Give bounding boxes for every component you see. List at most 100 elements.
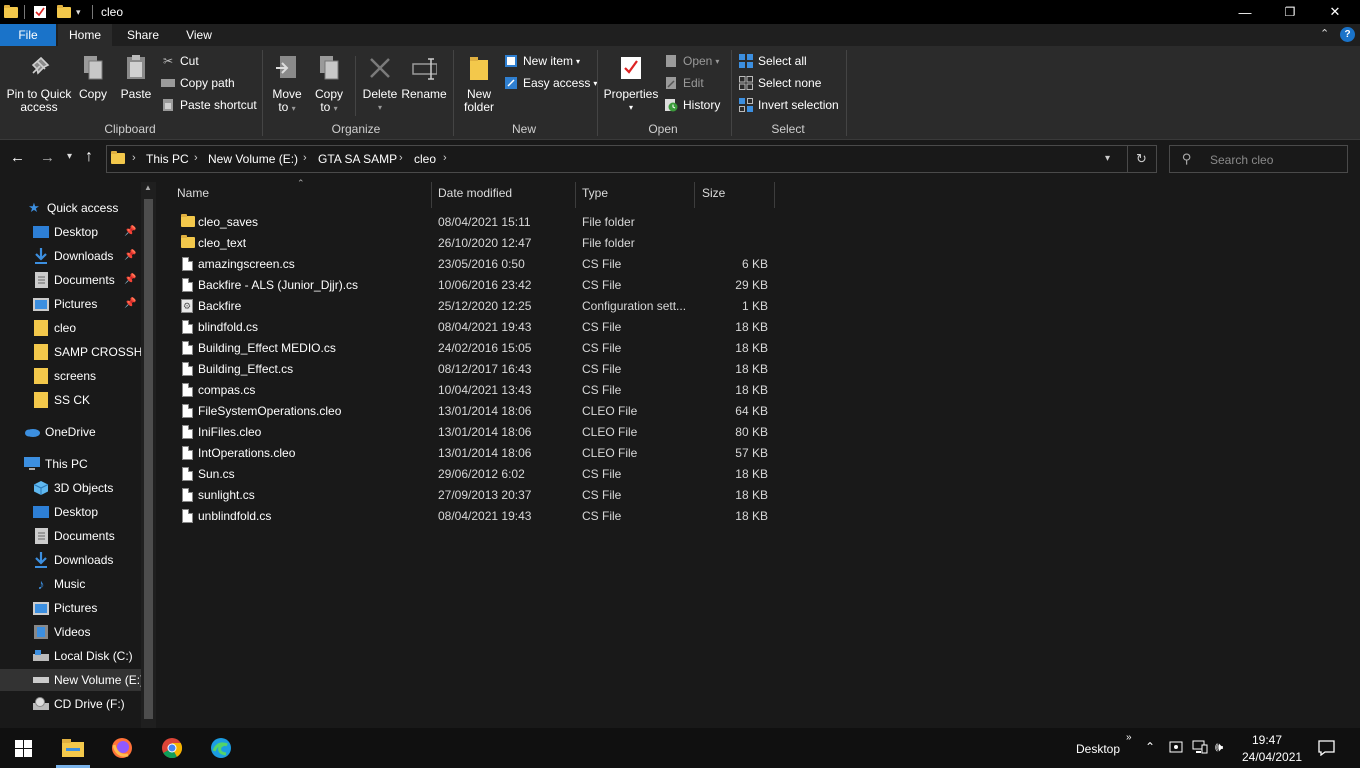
file-row[interactable]: FileSystemOperations.cleo 13/01/2014 18:… <box>175 401 775 422</box>
nav-this-pc[interactable]: This PC <box>24 453 88 475</box>
nav-desktop-pinned[interactable]: Desktop <box>33 221 98 243</box>
nav-pictures-pinned[interactable]: Pictures <box>33 293 97 315</box>
tab-share[interactable]: Share <box>116 24 170 46</box>
file-row[interactable]: Building_Effect MEDIO.cs 24/02/2016 15:0… <box>175 338 775 359</box>
new-folder-quick-icon[interactable] <box>57 4 71 20</box>
tab-home[interactable]: Home <box>58 24 112 46</box>
column-separator[interactable] <box>575 182 576 208</box>
clock-date[interactable]: 24/04/2021 <box>1242 750 1302 764</box>
notifications-icon[interactable] <box>1318 740 1335 759</box>
show-hidden-icons-icon[interactable]: ⌃ <box>1145 740 1155 754</box>
file-row[interactable]: compas.cs 10/04/2021 13:43 CS File 18 KB <box>175 380 775 401</box>
rename-button[interactable]: Rename <box>401 54 447 101</box>
minimize-button[interactable]: — <box>1222 0 1268 24</box>
nav-music[interactable]: ♪ Music <box>33 573 86 595</box>
file-row[interactable]: Backfire 25/12/2020 12:25 Configuration … <box>175 296 775 317</box>
address-history-dropdown-icon[interactable]: ▾ <box>1105 153 1110 164</box>
breadcrumb-gta-sa-samp[interactable]: GTA SA SAMP <box>318 152 397 166</box>
breadcrumb-separator-icon[interactable]: › <box>303 152 307 164</box>
volume-icon[interactable]: 🕪 <box>1215 739 1223 755</box>
paste-shortcut-button[interactable]: Paste shortcut <box>161 96 257 114</box>
move-to-button[interactable]: Move to ▾ <box>270 54 304 115</box>
maximize-button[interactable]: ❐ <box>1267 0 1313 24</box>
select-none-button[interactable]: Select none <box>739 74 821 92</box>
windows-start-icon[interactable] <box>9 734 37 762</box>
file-row[interactable]: sunlight.cs 27/09/2013 20:37 CS File 18 … <box>175 485 775 506</box>
nav-quick-access[interactable]: ★ Quick access <box>26 197 118 219</box>
easy-access-button[interactable]: Easy access ▾ <box>504 74 597 92</box>
file-row-folder[interactable]: cleo_text 26/10/2020 12:47 File folder <box>175 233 775 254</box>
nav-downloads[interactable]: Downloads <box>33 549 113 571</box>
recent-locations-button[interactable]: ▾ <box>67 151 72 162</box>
copy-to-button[interactable]: Copy to ▾ <box>312 54 346 115</box>
nav-cleo[interactable]: cleo <box>33 317 76 339</box>
select-all-button[interactable]: Select all <box>739 52 807 70</box>
search-box[interactable]: ⚲ Search cleo <box>1169 145 1348 173</box>
desktop-toolbar-label[interactable]: Desktop <box>1076 742 1120 756</box>
breadcrumb-this-pc[interactable]: This PC <box>146 152 189 166</box>
new-item-button[interactable]: New item ▾ <box>504 52 580 70</box>
collapse-ribbon-icon[interactable]: ⌃ <box>1320 27 1329 40</box>
firefox-icon[interactable] <box>108 734 136 762</box>
column-separator[interactable] <box>694 182 695 208</box>
copy-button[interactable]: Copy <box>78 54 108 101</box>
clock-time[interactable]: 19:47 <box>1252 733 1282 747</box>
meet-now-icon[interactable] <box>1169 740 1183 757</box>
nav-pictures[interactable]: Pictures <box>33 597 97 619</box>
properties-quick-icon[interactable] <box>33 4 47 20</box>
breadcrumb-new-volume[interactable]: New Volume (E:) <box>208 152 298 166</box>
invert-selection-button[interactable]: Invert selection <box>739 96 839 114</box>
edit-button[interactable]: Edit <box>664 74 704 92</box>
history-button[interactable]: History <box>664 96 720 114</box>
breadcrumb-separator-icon[interactable]: › <box>132 152 136 164</box>
nav-scrollbar-thumb[interactable] <box>144 199 153 719</box>
properties-button[interactable]: Properties ▾ <box>603 54 659 114</box>
address-bar[interactable]: › This PC › New Volume (E:) › GTA SA SAM… <box>106 145 1157 173</box>
open-button[interactable]: Open ▾ <box>664 52 719 70</box>
nav-samp-crosshair[interactable]: SAMP CROSSHA <box>33 341 141 363</box>
scroll-up-icon[interactable]: ▲ <box>144 183 152 192</box>
toolbar-expand-icon[interactable]: » <box>1126 732 1132 743</box>
file-explorer-icon[interactable] <box>59 734 87 762</box>
file-row[interactable]: blindfold.cs 08/04/2021 19:43 CS File 18… <box>175 317 775 338</box>
column-header-size[interactable]: Size <box>702 186 725 200</box>
nav-screens[interactable]: screens <box>33 365 96 387</box>
breadcrumb-separator-icon[interactable]: › <box>399 152 403 164</box>
file-row-folder[interactable]: cleo_saves 08/04/2021 15:11 File folder <box>175 212 775 233</box>
back-button[interactable]: ← <box>10 149 25 166</box>
nav-videos[interactable]: Videos <box>33 621 90 643</box>
column-separator[interactable] <box>431 182 432 208</box>
tab-file[interactable]: File <box>0 24 56 46</box>
nav-documents-pinned[interactable]: Documents <box>33 269 115 291</box>
nav-cd-drive-f[interactable]: CD Drive (F:) <box>33 693 125 715</box>
column-header-date-modified[interactable]: Date modified <box>438 186 512 200</box>
file-row[interactable]: IntOperations.cleo 13/01/2014 18:06 CLEO… <box>175 443 775 464</box>
new-folder-button[interactable]: New folder <box>459 54 499 114</box>
up-button[interactable]: ↑ <box>85 148 93 166</box>
breadcrumb-cleo[interactable]: cleo <box>414 152 436 166</box>
edge-icon[interactable] <box>207 734 235 762</box>
tab-view[interactable]: View <box>172 24 226 46</box>
copy-path-button[interactable]: Copy path <box>161 74 235 92</box>
nav-local-disk-c[interactable]: Local Disk (C:) <box>33 645 133 667</box>
nav-downloads-pinned[interactable]: Downloads <box>33 245 113 267</box>
file-row[interactable]: amazingscreen.cs 23/05/2016 0:50 CS File… <box>175 254 775 275</box>
pin-to-quick-access-button[interactable]: Pin to Quick access <box>6 54 72 114</box>
nav-onedrive[interactable]: OneDrive <box>24 421 96 443</box>
nav-3d-objects[interactable]: 3D Objects <box>33 477 113 499</box>
forward-button[interactable]: → <box>40 149 55 166</box>
help-icon[interactable]: ? <box>1340 27 1355 42</box>
nav-documents[interactable]: Documents <box>33 525 115 547</box>
breadcrumb-separator-icon[interactable]: › <box>443 152 447 164</box>
column-header-name[interactable]: Name <box>177 186 209 200</box>
file-row[interactable]: unblindfold.cs 08/04/2021 19:43 CS File … <box>175 506 775 527</box>
paste-button[interactable]: Paste <box>119 54 153 101</box>
nav-desktop[interactable]: Desktop <box>33 501 98 523</box>
breadcrumb-separator-icon[interactable]: › <box>194 152 198 164</box>
file-row[interactable]: Backfire - ALS (Junior_Djjr).cs 10/06/20… <box>175 275 775 296</box>
cut-button[interactable]: ✂ Cut <box>161 52 199 70</box>
column-header-type[interactable]: Type <box>582 186 608 200</box>
chrome-icon[interactable] <box>158 734 186 762</box>
nav-ss-ck[interactable]: SS CK <box>33 389 90 411</box>
nav-new-volume-e[interactable]: New Volume (E:) <box>0 669 141 691</box>
